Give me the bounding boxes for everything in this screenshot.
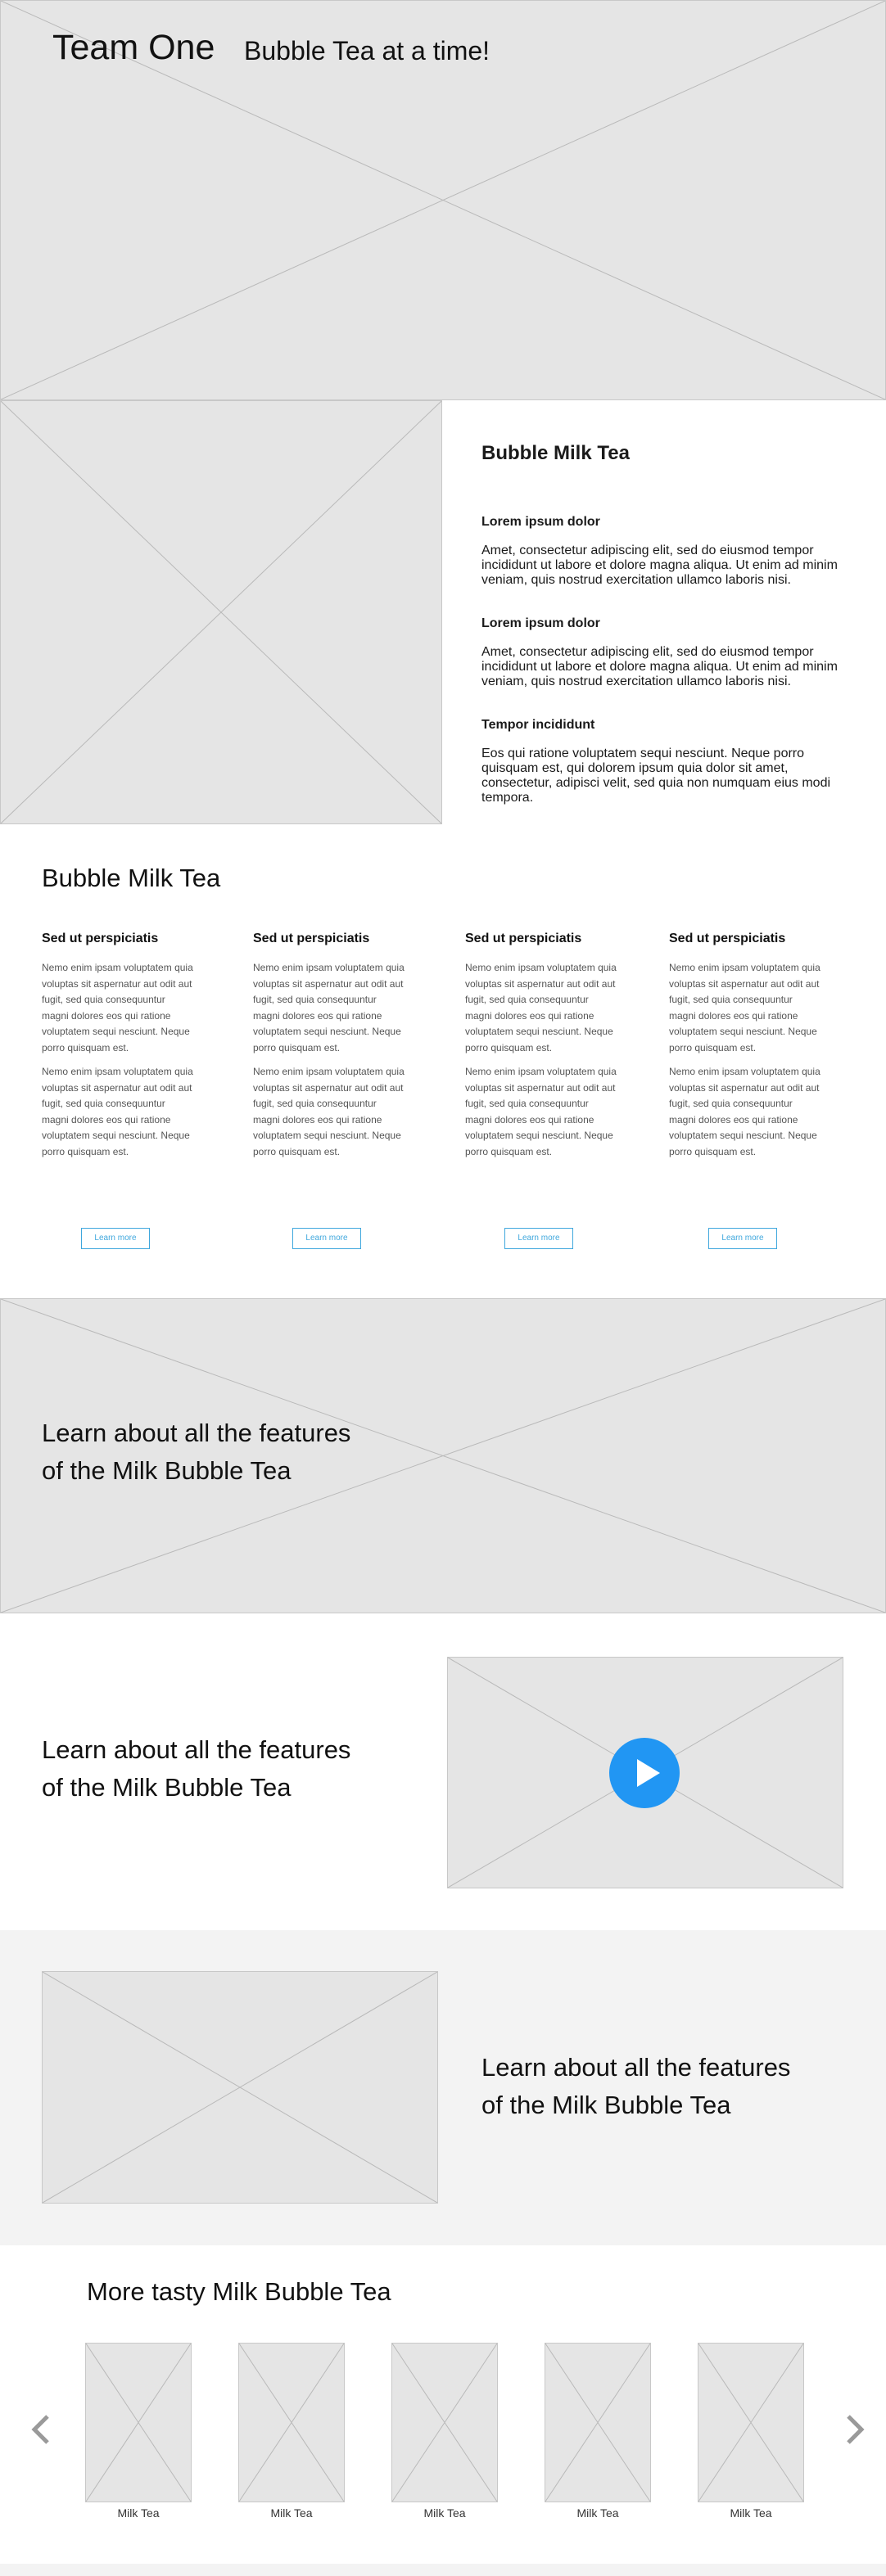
carousel-item[interactable]: Milk Tea — [698, 2343, 804, 2520]
info-column: Sed ut perspiciatis Nemo enim ipsam volu… — [465, 932, 617, 1168]
carousel-prev-button[interactable] — [28, 2411, 52, 2447]
play-icon — [637, 1759, 660, 1787]
column-text: Nemo enim ipsam voluptatem quia voluptas… — [42, 1066, 193, 1157]
column-text: Nemo enim ipsam voluptatem quia voluptas… — [42, 962, 193, 1053]
learn-more-button[interactable]: Learn more — [81, 1228, 150, 1249]
banner-heading: Learn about all the features of the Milk… — [42, 1414, 427, 1490]
video-heading-line: Learn about all the features — [42, 1735, 351, 1764]
feature-item-text: Eos qui ratione voluptatem sequi nesciun… — [481, 747, 831, 805]
column-text: Nemo enim ipsam voluptatem quia voluptas… — [669, 962, 820, 1053]
carousel-item-image — [238, 2343, 345, 2502]
feature-title: Bubble Milk Tea — [481, 442, 630, 464]
image-section-heading-line: Learn about all the features — [481, 2053, 791, 2082]
learn-more-button[interactable]: Learn more — [504, 1228, 573, 1249]
play-button[interactable] — [609, 1738, 680, 1808]
section-image-placeholder — [42, 1971, 438, 2204]
learn-more-button[interactable]: Learn more — [708, 1228, 777, 1249]
info-column: Sed ut perspiciatis Nemo enim ipsam volu… — [253, 932, 405, 1168]
column-text: Nemo enim ipsam voluptatem quia voluptas… — [465, 962, 617, 1053]
carousel-item[interactable]: Milk Tea — [545, 2343, 651, 2520]
carousel-item[interactable]: Milk Tea — [238, 2343, 345, 2520]
carousel-item[interactable]: Milk Tea — [391, 2343, 498, 2520]
feature-item-text: Amet, consectetur adipiscing elit, sed d… — [481, 645, 838, 688]
carousel-next-button[interactable] — [843, 2411, 868, 2447]
image-section-heading: Learn about all the features of the Milk… — [481, 2049, 858, 2124]
column-text: Nemo enim ipsam voluptatem quia voluptas… — [253, 962, 405, 1053]
carousel-item-label: Milk Tea — [423, 2506, 466, 2520]
feature-item-heading: Lorem ipsum dolor — [481, 515, 600, 529]
column-heading: Sed ut perspiciatis — [669, 932, 786, 945]
carousel-item-image — [391, 2343, 498, 2502]
info-column: Sed ut perspiciatis Nemo enim ipsam volu… — [42, 932, 193, 1168]
carousel-item-image — [85, 2343, 192, 2502]
carousel-item[interactable]: Milk Tea — [85, 2343, 192, 2520]
banner-heading-line: of the Milk Bubble Tea — [42, 1456, 292, 1485]
column-heading: Sed ut perspiciatis — [465, 932, 582, 945]
columns-section-title: Bubble Milk Tea — [42, 864, 221, 892]
feature-item-heading: Lorem ipsum dolor — [481, 616, 600, 630]
column-text: Nemo enim ipsam voluptatem quia voluptas… — [465, 1066, 617, 1157]
column-heading: Sed ut perspiciatis — [253, 932, 370, 945]
site-tagline: Bubble Tea at a time! — [244, 36, 490, 65]
footer-strip — [0, 2564, 886, 2576]
banner-heading-line: Learn about all the features — [42, 1419, 351, 1447]
info-column: Sed ut perspiciatis Nemo enim ipsam volu… — [669, 932, 820, 1168]
feature-item-text: Amet, consectetur adipiscing elit, sed d… — [481, 544, 838, 587]
carousel-item-label: Milk Tea — [270, 2506, 313, 2520]
feature-image-placeholder — [0, 400, 442, 824]
video-section-heading: Learn about all the features of the Milk… — [42, 1731, 427, 1807]
column-heading: Sed ut perspiciatis — [42, 932, 159, 945]
video-heading-line: of the Milk Bubble Tea — [42, 1773, 292, 1802]
carousel-item-label: Milk Tea — [576, 2506, 619, 2520]
chevron-left-icon — [31, 2415, 49, 2444]
carousel-item-image — [545, 2343, 651, 2502]
site-title: Team One — [52, 28, 215, 67]
image-section-heading-line: of the Milk Bubble Tea — [481, 2091, 731, 2119]
chevron-right-icon — [847, 2415, 865, 2444]
feature-item-heading: Tempor incididunt — [481, 718, 595, 732]
column-text: Nemo enim ipsam voluptatem quia voluptas… — [253, 1066, 405, 1157]
carousel-title: More tasty Milk Bubble Tea — [87, 2277, 391, 2306]
column-text: Nemo enim ipsam voluptatem quia voluptas… — [669, 1066, 820, 1157]
carousel-item-image — [698, 2343, 804, 2502]
carousel-item-label: Milk Tea — [117, 2506, 160, 2520]
carousel-item-label: Milk Tea — [730, 2506, 772, 2520]
learn-more-button[interactable]: Learn more — [292, 1228, 361, 1249]
